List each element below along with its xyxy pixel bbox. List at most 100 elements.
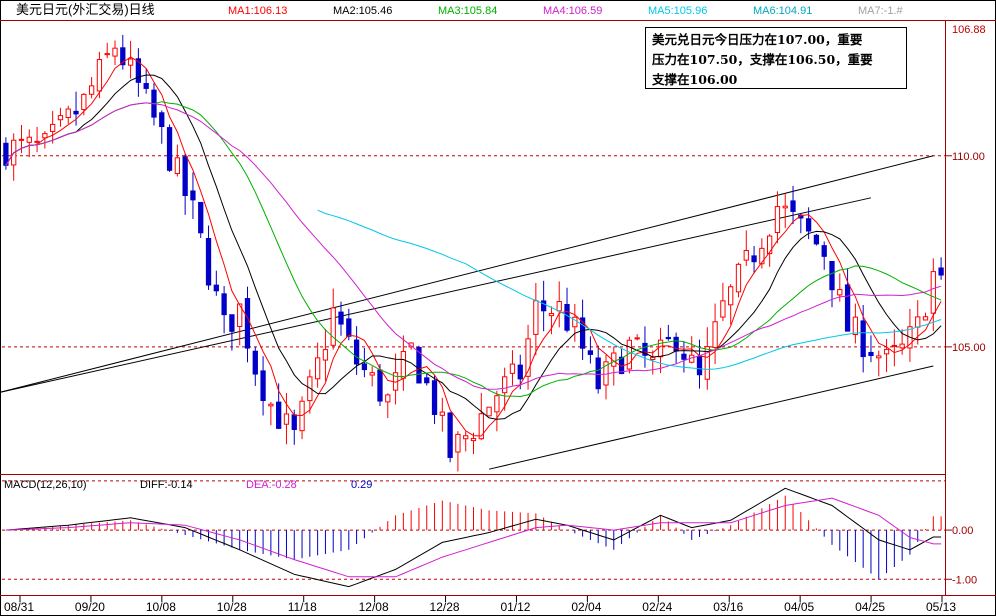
x-tick-label: 01/12 [500, 600, 530, 614]
candle-body [50, 123, 56, 132]
candle-body [276, 401, 282, 429]
candle-body [205, 237, 212, 286]
candle-body [681, 353, 687, 360]
candle-body [478, 413, 484, 440]
candle-body [369, 372, 375, 376]
candle-body [252, 350, 258, 375]
candle-body [556, 300, 562, 312]
candle-body [18, 138, 25, 141]
candle-body [104, 53, 110, 56]
chart-title: 美元日元(外汇交易)日线 [16, 2, 155, 17]
chart-canvas: 110.00 105.00 0.00 -1.00 08/31 09/20 10/08 10/… [0, 0, 996, 616]
candle-body [143, 83, 149, 89]
candle-body [915, 316, 921, 328]
macd-diff-label: DIFF:-0.14 [140, 479, 193, 491]
candle-body [844, 284, 851, 332]
candle-body [447, 412, 453, 458]
candle-body [34, 140, 40, 143]
candle-body [759, 247, 765, 265]
candle-body [813, 234, 820, 245]
candle-body [174, 157, 180, 175]
annotation-line: 支撑在106.00 [652, 72, 738, 87]
candle-body [767, 235, 773, 255]
candle-body [774, 206, 781, 234]
indicator-label: MA6:104.91 [753, 5, 812, 17]
candle-body [782, 205, 788, 209]
candle-body [283, 413, 290, 425]
x-tick-label: 02/04 [571, 600, 601, 614]
candle-body [509, 363, 516, 374]
candle-body [837, 289, 843, 296]
candle-body [728, 286, 734, 306]
candle-body [322, 349, 329, 361]
candle-body [805, 218, 812, 232]
candle-body [26, 136, 32, 143]
x-tick-label: 03/16 [713, 600, 743, 614]
x-tick-label: 08/31 [4, 600, 34, 614]
candle-body [650, 356, 656, 361]
indicator-label: MA3:105.84 [438, 5, 497, 17]
macd-y-tick-label: 0.00 [952, 525, 973, 537]
candle-body [377, 369, 383, 402]
indicator-label: MA2:105.46 [333, 5, 392, 17]
candle-body [564, 303, 570, 331]
candle-body [540, 300, 547, 312]
candle-body [57, 115, 64, 121]
candle-body [486, 406, 492, 417]
y-tick-label: 105.00 [952, 342, 986, 354]
candle-body [868, 351, 874, 357]
candle-body [821, 245, 827, 257]
candle-body [470, 437, 477, 442]
candle-body [353, 339, 360, 365]
annotation-line: 美元兑日元今日压力在107.00，重要 [652, 32, 863, 47]
indicator-label: MA1:106.13 [228, 5, 287, 17]
candle-body [213, 284, 219, 292]
candle-body [439, 411, 445, 416]
indicator-label: MA5:105.96 [648, 5, 707, 17]
candle-body [314, 357, 321, 380]
macd-dea-label: DEA:-0.28 [246, 479, 297, 491]
candle-body [112, 47, 118, 57]
candle-body [182, 156, 188, 196]
current-price-label: 106.88 [952, 24, 986, 36]
candle-body [922, 316, 929, 321]
candle-body [852, 316, 859, 335]
candle-body [42, 133, 48, 139]
candle-body [665, 336, 671, 340]
candle-body [502, 376, 508, 394]
x-tick-label: 05/13 [926, 600, 956, 614]
indicator-label: MA4:106.59 [543, 5, 602, 17]
candle-body [159, 112, 165, 128]
macd-value-label: 0.29 [351, 479, 372, 491]
candle-body [88, 85, 95, 95]
x-tick-label: 10/08 [146, 600, 176, 614]
candle-body [361, 363, 368, 371]
candle-body [696, 355, 703, 376]
candle-body [424, 377, 430, 384]
candle-body [587, 350, 594, 355]
candle-body [463, 435, 469, 440]
candle-body [860, 320, 866, 358]
candle-body [634, 337, 640, 340]
macd-title: MACD(12,26,10) [4, 479, 87, 491]
candle-body [221, 293, 227, 316]
candle-body [127, 58, 134, 66]
x-tick-label: 04/05 [784, 600, 814, 614]
candle-body [385, 394, 391, 403]
candle-body [330, 307, 336, 346]
candle-body [720, 300, 726, 318]
y-tick-label: 110.00 [952, 151, 985, 163]
candle-body [73, 110, 79, 115]
candle-body [229, 314, 235, 332]
annotation-box: 美元兑日元今日压力在107.00，重要 压力在107.50，支撑在106.50，… [645, 27, 907, 89]
indicator-label: MA7:-1.# [858, 5, 904, 17]
candle-body [883, 348, 890, 355]
candle-body [548, 313, 555, 317]
candle-body [751, 255, 757, 263]
candle-body [65, 108, 71, 119]
x-tick-label: 12/28 [430, 600, 460, 614]
candle-body [166, 127, 173, 171]
x-tick-label: 10/28 [217, 600, 247, 614]
candle-body [930, 271, 936, 314]
candle-body [938, 267, 944, 276]
